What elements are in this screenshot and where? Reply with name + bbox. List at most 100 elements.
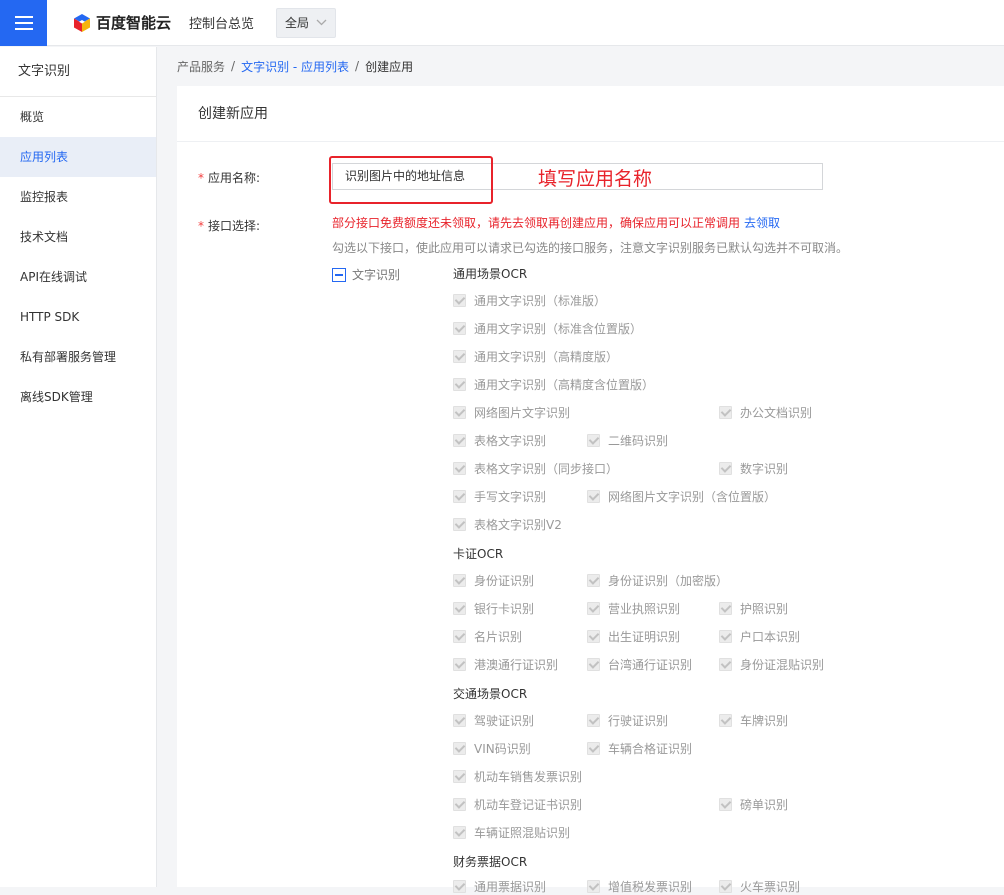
checkbox-checked-disabled-icon — [587, 574, 600, 587]
checkbox-checked-disabled-icon — [453, 630, 466, 643]
highlight-box — [329, 156, 493, 204]
group-title-general: 通用场景OCR — [453, 267, 528, 281]
api-checkbox-label: 银行卡识别 — [474, 602, 535, 616]
api-checkbox[interactable]: 通用文字识别（高精度版） — [453, 348, 618, 365]
api-checkbox-label: 数字识别 — [740, 462, 789, 476]
api-checkbox-label: 身份证混贴识别 — [740, 658, 825, 672]
cube-logo-icon — [74, 13, 90, 32]
api-checkbox[interactable]: 名片识别 — [453, 628, 522, 645]
api-checkbox[interactable]: 车牌识别 — [719, 712, 788, 729]
menu-button[interactable] — [0, 0, 47, 46]
hamburger-icon — [14, 15, 33, 30]
breadcrumb-separator: / — [355, 59, 360, 73]
checkbox-checked-disabled-icon — [587, 630, 600, 643]
checkbox-checked-disabled-icon — [719, 630, 732, 643]
api-checkbox[interactable]: 磅单识别 — [719, 796, 788, 813]
category-checkbox-ocr[interactable]: 文字识别 — [332, 266, 400, 283]
checkbox-checked-disabled-icon — [453, 770, 466, 783]
api-checkbox[interactable]: 通用文字识别（标准含位置版） — [453, 320, 642, 337]
breadcrumb: 产品服务 / 文字识别 - 应用列表 / 创建应用 — [177, 58, 413, 74]
api-checkbox[interactable]: 营业执照识别 — [587, 600, 680, 617]
api-checkbox[interactable]: 网络图片文字识别（含位置版） — [587, 488, 776, 505]
api-checkbox[interactable]: 车辆合格证识别 — [587, 740, 692, 757]
api-checkbox[interactable]: 港澳通行证识别 — [453, 656, 558, 673]
group-title-card: 卡证OCR — [453, 547, 504, 561]
api-checkbox-label: 车牌识别 — [740, 714, 789, 728]
api-checkbox[interactable]: VIN码识别 — [453, 740, 531, 757]
claim-quota-link[interactable]: 去领取 — [744, 216, 780, 230]
api-checkbox[interactable]: 护照识别 — [719, 600, 788, 617]
sidebar-title: 文字识别 — [0, 47, 156, 97]
api-checkbox[interactable]: 身份证混贴识别 — [719, 656, 824, 673]
api-checkbox-label: 磅单识别 — [740, 798, 789, 812]
api-checkbox-label: 办公文档识别 — [740, 406, 813, 420]
api-checkbox-label: 手写文字识别 — [474, 490, 547, 504]
api-checkbox[interactable]: 身份证识别（加密版） — [587, 572, 728, 589]
api-checkbox[interactable]: 台湾通行证识别 — [587, 656, 692, 673]
api-checkbox[interactable]: 出生证明识别 — [587, 628, 680, 645]
baidu-cloud-logo[interactable]: 百度智能云 — [72, 12, 171, 33]
api-checkbox[interactable]: 网络图片文字识别 — [453, 404, 570, 421]
checkbox-checked-disabled-icon — [719, 462, 732, 475]
api-checkbox[interactable]: 驾驶证识别 — [453, 712, 534, 729]
api-checkbox[interactable]: 通用文字识别（高精度含位置版） — [453, 376, 654, 393]
api-checkbox-label: 表格文字识别 — [474, 434, 547, 448]
api-checkbox-label: 表格文字识别V2 — [474, 518, 562, 532]
checkbox-checked-disabled-icon — [453, 322, 466, 335]
chevron-down-icon — [316, 19, 327, 26]
api-checkbox[interactable]: 手写文字识别 — [453, 488, 546, 505]
sidebar-item-private-deploy[interactable]: 私有部署服务管理 — [0, 337, 156, 377]
breadcrumb-separator: / — [231, 59, 236, 73]
checkbox-checked-disabled-icon — [453, 826, 466, 839]
region-value: 全局 — [285, 16, 310, 30]
api-select-label: * 接口选择: — [198, 217, 260, 234]
checkbox-checked-disabled-icon — [587, 602, 600, 615]
checkbox-checked-disabled-icon — [587, 742, 600, 755]
sidebar-item-docs[interactable]: 技术文档 — [0, 217, 156, 257]
api-checkbox-label: 通用文字识别（标准版） — [474, 294, 607, 308]
page-title: 创建新应用 — [177, 86, 1004, 142]
api-checkbox-label: 身份证识别（加密版） — [608, 574, 729, 588]
breadcrumb-app-list-link[interactable]: 文字识别 - 应用列表 — [241, 58, 349, 75]
api-checkbox[interactable]: 办公文档识别 — [719, 404, 812, 421]
region-select[interactable]: 全局 — [276, 7, 337, 38]
api-checkbox-label: 二维码识别 — [608, 434, 669, 448]
api-checkbox-label: 台湾通行证识别 — [608, 658, 693, 672]
quota-warning-text: 部分接口免费额度还未领取，请先去领取再创建应用，确保应用可以正常调用 — [332, 216, 741, 230]
api-checkbox-label: 车辆证照混贴识别 — [474, 826, 571, 840]
create-app-card: 创建新应用 * 应用名称: 识别图片中的地址信息 填写应用名称 * 接口选择: 部分… — [177, 86, 1004, 894]
api-checkbox[interactable]: 机动车登记证书识别 — [453, 796, 582, 813]
api-checkbox[interactable]: 机动车销售发票识别 — [453, 768, 582, 785]
api-checkbox-label: 网络图片文字识别（含位置版） — [608, 490, 777, 504]
api-checkbox[interactable]: 户口本识别 — [719, 628, 800, 645]
api-hint: 勾选以下接口，使此应用可以请求已勾选的接口服务，注意文字识别服务已默认勾选并不可… — [332, 241, 849, 255]
checkbox-checked-disabled-icon — [453, 602, 466, 615]
api-checkbox-label: 名片识别 — [474, 630, 523, 644]
api-checkbox-label: 港澳通行证识别 — [474, 658, 559, 672]
sidebar-item-monitoring[interactable]: 监控报表 — [0, 177, 156, 217]
api-checkbox[interactable]: 通用文字识别（标准版） — [453, 292, 606, 309]
checkbox-checked-disabled-icon — [453, 742, 466, 755]
indeterminate-checkbox-icon[interactable] — [332, 267, 346, 282]
api-checkbox[interactable]: 数字识别 — [719, 460, 788, 477]
checkbox-checked-disabled-icon — [453, 574, 466, 587]
checkbox-checked-disabled-icon — [719, 714, 732, 727]
api-checkbox[interactable]: 表格文字识别V2 — [453, 516, 562, 533]
sidebar-item-offline-sdk[interactable]: 离线SDK管理 — [0, 377, 156, 417]
api-checkbox[interactable]: 表格文字识别 — [453, 432, 546, 449]
sidebar-item-http-sdk[interactable]: HTTP SDK — [0, 297, 156, 337]
sidebar-item-app-list[interactable]: 应用列表 — [0, 137, 156, 177]
sidebar-item-overview[interactable]: 概览 — [0, 97, 156, 137]
api-checkbox[interactable]: 车辆证照混贴识别 — [453, 824, 570, 841]
api-checkbox-label: 机动车销售发票识别 — [474, 770, 583, 784]
api-checkbox-label: 网络图片文字识别 — [474, 406, 571, 420]
api-checkbox[interactable]: 银行卡识别 — [453, 600, 534, 617]
checkbox-checked-disabled-icon — [453, 294, 466, 307]
api-checkbox[interactable]: 行驶证识别 — [587, 712, 668, 729]
sidebar-item-api-debug[interactable]: API在线调试 — [0, 257, 156, 297]
checkbox-checked-disabled-icon — [719, 658, 732, 671]
api-checkbox[interactable]: 二维码识别 — [587, 432, 668, 449]
api-checkbox[interactable]: 表格文字识别（同步接口） — [453, 460, 618, 477]
api-checkbox[interactable]: 身份证识别 — [453, 572, 534, 589]
console-overview-link[interactable]: 控制台总览 — [189, 13, 254, 32]
